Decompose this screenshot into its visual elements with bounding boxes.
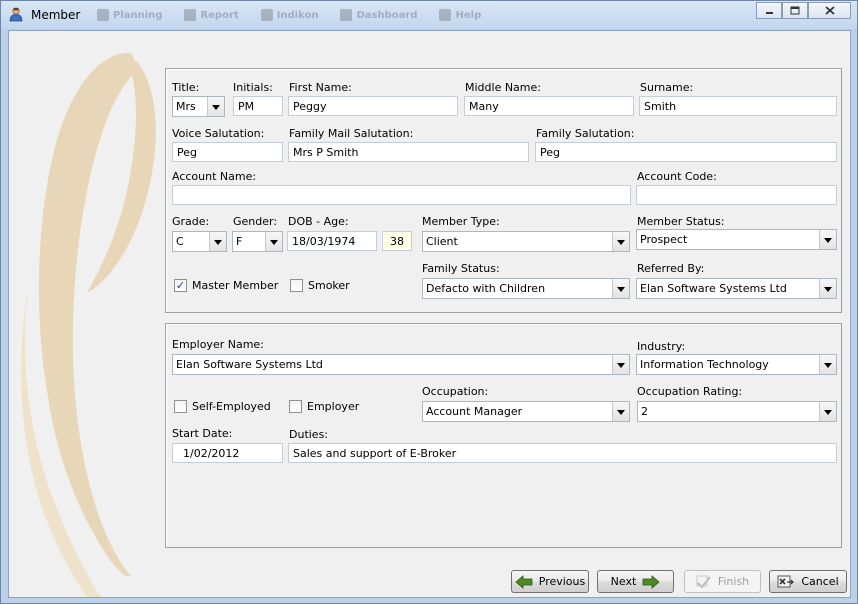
window-title: Member: [31, 8, 81, 22]
title-combo[interactable]: Mrs: [172, 96, 225, 117]
first-name-label: First Name:: [289, 81, 352, 94]
family-status-combo[interactable]: Defacto with Children: [422, 278, 630, 299]
dob-age-label: DOB - Age:: [288, 215, 349, 228]
form-client-area: Title: Mrs Initials: PM First Name: Pegg…: [8, 30, 851, 598]
cancel-button[interactable]: Cancel: [769, 570, 847, 593]
occupation-label: Occupation:: [422, 385, 489, 398]
previous-label: Previous: [538, 575, 586, 588]
start-date-label: Start Date:: [172, 427, 233, 440]
initials-field[interactable]: PM: [233, 96, 283, 116]
employer-name-combo[interactable]: Elan Software Systems Ltd: [172, 354, 630, 375]
member-type-label: Member Type:: [422, 215, 500, 228]
cancel-label: Cancel: [801, 575, 839, 588]
family-mail-salutation-label: Family Mail Salutation:: [289, 127, 414, 140]
maximize-icon: [790, 6, 800, 15]
close-button[interactable]: [808, 2, 851, 19]
family-salutation-label: Family Salutation:: [536, 127, 635, 140]
gender-label: Gender:: [233, 215, 278, 228]
title-label: Title:: [172, 81, 200, 94]
master-member-checkbox[interactable]: ✓: [174, 279, 187, 292]
ghost-tab: Report: [184, 6, 239, 24]
arrow-left-icon: [515, 574, 533, 589]
cancel-icon: [777, 575, 795, 588]
voice-salutation-label: Voice Salutation:: [172, 127, 265, 140]
chevron-down-icon: [612, 355, 629, 374]
chevron-down-icon: [819, 355, 836, 374]
family-status-label: Family Status:: [422, 262, 500, 275]
elan-swirl-logo: [21, 52, 156, 597]
surname-label: Surname:: [640, 81, 694, 94]
occupation-combo[interactable]: Account Manager: [422, 401, 630, 422]
chevron-down-icon: [819, 230, 836, 249]
account-code-label: Account Code:: [637, 170, 717, 183]
member-type-combo[interactable]: Client: [422, 231, 630, 252]
account-name-label: Account Name:: [172, 170, 257, 183]
dob-field[interactable]: 18/03/1974: [287, 231, 377, 251]
minimize-icon: [765, 11, 773, 14]
background-toolbar: Planning Report Indikon Dashboard Help: [97, 6, 481, 24]
employment-details-group: Employer Name: Elan Software Systems Ltd…: [165, 323, 842, 548]
employer-checkbox[interactable]: [289, 400, 302, 413]
ghost-tab: Planning: [97, 6, 162, 24]
next-label: Next: [610, 575, 637, 588]
finish-button[interactable]: Finish: [684, 570, 761, 593]
middle-name-label: Middle Name:: [465, 81, 541, 94]
chevron-down-icon: [612, 232, 629, 251]
duties-field[interactable]: Sales and support of E-Broker: [288, 443, 837, 463]
next-button[interactable]: Next: [597, 570, 674, 593]
account-name-field[interactable]: [172, 185, 631, 205]
ghost-tab: Indikon: [260, 6, 318, 24]
maximize-button[interactable]: [782, 2, 808, 19]
smoker-label: Smoker: [308, 279, 350, 292]
chevron-down-icon: [612, 402, 629, 421]
personal-details-group: Title: Mrs Initials: PM First Name: Pegg…: [165, 68, 842, 313]
finish-label: Finish: [717, 575, 750, 588]
title-bar[interactable]: Member Planning Report Indikon Dashboard…: [1, 1, 857, 29]
previous-button[interactable]: Previous: [511, 570, 589, 593]
chevron-down-icon: [819, 279, 836, 298]
ghost-tab: Help: [439, 6, 481, 24]
referred-by-combo[interactable]: Elan Software Systems Ltd: [636, 278, 837, 299]
self-employed-label: Self-Employed: [192, 400, 271, 413]
member-icon: [9, 7, 23, 22]
account-code-field[interactable]: [636, 185, 837, 205]
smoker-checkbox[interactable]: [290, 279, 303, 292]
industry-combo[interactable]: Information Technology: [636, 354, 837, 375]
referred-by-label: Referred By:: [637, 262, 705, 275]
chevron-down-icon: [612, 279, 629, 298]
self-employed-checkbox[interactable]: [174, 400, 187, 413]
finish-icon: [696, 575, 711, 588]
occupation-rating-combo[interactable]: 2: [637, 401, 837, 422]
family-mail-salutation-field[interactable]: Mrs P Smith: [288, 142, 529, 162]
arrow-right-icon: [642, 574, 660, 589]
grade-combo[interactable]: C: [172, 231, 227, 252]
surname-field[interactable]: Smith: [639, 96, 837, 116]
chevron-down-icon: [209, 232, 226, 251]
first-name-field[interactable]: Peggy: [288, 96, 458, 116]
voice-salutation-field[interactable]: Peg: [172, 142, 283, 162]
member-status-combo[interactable]: Prospect: [636, 229, 837, 250]
grade-label: Grade:: [172, 215, 210, 228]
chevron-down-icon: [207, 97, 224, 116]
middle-name-field[interactable]: Many: [464, 96, 634, 116]
duties-label: Duties:: [289, 428, 329, 441]
minimize-button[interactable]: [756, 2, 782, 19]
initials-label: Initials:: [233, 81, 273, 94]
member-status-label: Member Status:: [637, 215, 725, 228]
chevron-down-icon: [265, 232, 282, 251]
member-window: Member Planning Report Indikon Dashboard…: [0, 0, 858, 604]
gender-combo[interactable]: F: [232, 231, 283, 252]
master-member-label: Master Member: [192, 279, 279, 292]
family-salutation-field[interactable]: Peg: [535, 142, 837, 162]
age-field: 38: [382, 231, 412, 251]
chevron-down-icon: [819, 402, 836, 421]
employer-label: Employer: [307, 400, 360, 413]
employer-name-label: Employer Name:: [172, 338, 264, 351]
start-date-field[interactable]: 1/02/2012: [172, 443, 283, 463]
ghost-tab: Dashboard: [340, 6, 417, 24]
industry-label: Industry:: [637, 340, 686, 353]
close-icon: [824, 6, 835, 15]
occupation-rating-label: Occupation Rating:: [637, 385, 743, 398]
